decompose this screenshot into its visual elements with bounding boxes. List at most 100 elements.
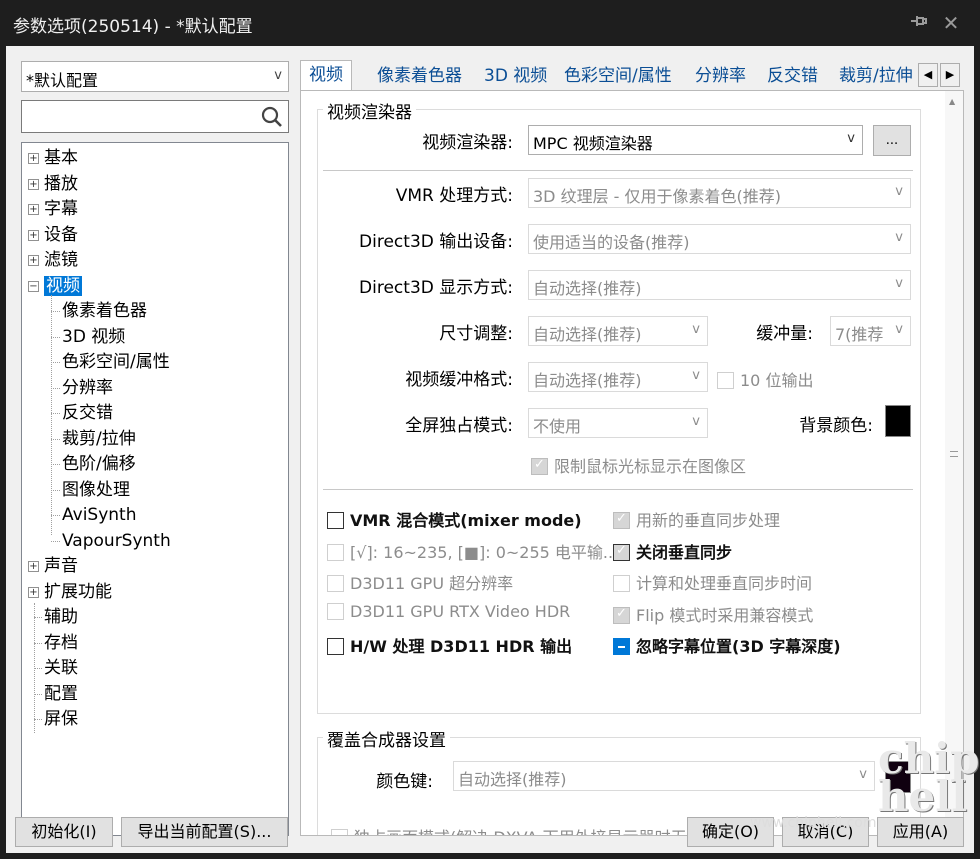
profile-select[interactable]: *默认配置 v: [21, 61, 289, 92]
tab-3d-video[interactable]: 3D 视频: [484, 62, 547, 90]
tree-item[interactable]: 设备: [44, 223, 78, 247]
checkbox-box: [613, 606, 630, 624]
tree-item[interactable]: 声音: [44, 554, 78, 578]
tree-item[interactable]: 扩展功能: [44, 580, 112, 604]
tab-scroll-right-icon[interactable]: ▶: [940, 63, 960, 87]
tree-item[interactable]: 播放: [44, 172, 78, 196]
tab-resolution[interactable]: 分辨率: [695, 62, 746, 90]
search-icon[interactable]: [260, 105, 284, 129]
option-checkbox[interactable]: 计算和处理垂直同步时间: [613, 570, 812, 594]
tree-connector: [51, 311, 60, 312]
tree-item-label: 反交错: [62, 403, 113, 423]
tree-item[interactable]: 视频: [44, 274, 82, 298]
tree-connector: [51, 464, 60, 465]
option-checkbox[interactable]: 忽略字幕位置(3D 字幕深度): [613, 633, 841, 657]
option-checkbox[interactable]: H/W 处理 D3D11 HDR 输出: [327, 633, 572, 657]
renderer-settings-button[interactable]: ...: [873, 125, 911, 156]
buffer-select[interactable]: 7(推荐 v: [830, 316, 911, 346]
option-checkbox[interactable]: Flip 模式时采用兼容模式: [613, 602, 813, 626]
expand-icon[interactable]: +: [28, 153, 39, 164]
tree-item-label: VapourSynth: [62, 531, 171, 551]
scroll-up-icon[interactable]: ▲: [949, 97, 955, 106]
checkbox-box: [327, 638, 344, 655]
ten-bit-output-checkbox[interactable]: 10 位输出: [717, 367, 813, 391]
settings-search[interactable]: [21, 100, 289, 133]
tree-item[interactable]: 像素着色器: [62, 299, 147, 323]
vmr-mode-label: VMR 处理方式:: [395, 186, 513, 206]
tree-item[interactable]: 反交错: [62, 401, 113, 425]
settings-tree[interactable]: 基本 + 播放 + 字幕 + 设备 + 滤镜 + 视频 − 像素着色器 3D 视频 色彩空间/属性 分辨率反交…: [21, 142, 289, 836]
limit-cursor-checkbox[interactable]: 限制鼠标光标显示在图像区: [531, 453, 746, 477]
watermark-logo: chip hell: [878, 734, 980, 821]
option-checkbox[interactable]: [√]: 16~235, [■]: 0~255 电平输...: [327, 539, 618, 563]
surface-format-label: 视频缓冲格式:: [405, 370, 513, 390]
export-config-button[interactable]: 导出当前配置(S)...: [121, 817, 288, 847]
tab-pixel-shader[interactable]: 像素着色器: [377, 62, 462, 90]
tree-item[interactable]: 色阶/偏移: [62, 452, 136, 476]
expand-icon[interactable]: +: [28, 204, 39, 215]
expand-icon[interactable]: +: [28, 230, 39, 241]
tree-item-label: 裁剪/拉伸: [62, 429, 136, 449]
tree-item[interactable]: 存档: [44, 631, 78, 655]
tree-item-label: AviSynth: [62, 505, 137, 525]
color-key-select[interactable]: 自动选择(推荐) v: [453, 761, 875, 791]
tree-item[interactable]: VapourSynth: [62, 529, 171, 553]
surface-format-select[interactable]: 自动选择(推荐) v: [528, 362, 708, 392]
option-checkbox[interactable]: D3D11 GPU RTX Video HDR: [327, 602, 570, 621]
tree-item[interactable]: 分辨率: [62, 376, 113, 400]
tab-crop-stretch[interactable]: 裁剪/拉伸: [839, 62, 913, 90]
d3d-display-select[interactable]: 自动选择(推荐) v: [528, 270, 911, 300]
page-scrollbar[interactable]: ▲: [945, 91, 963, 835]
d3d-device-select[interactable]: 使用适当的设备(推荐) v: [528, 224, 911, 254]
tree-item[interactable]: 配置: [44, 682, 78, 706]
tab-scroll-left-icon[interactable]: ◀: [918, 63, 938, 87]
resize-value: 自动选择(推荐): [533, 325, 642, 344]
tree-item[interactable]: 裁剪/拉伸: [62, 427, 136, 451]
option-checkbox[interactable]: D3D11 GPU 超分辨率: [327, 570, 513, 594]
tree-item[interactable]: 关联: [44, 656, 78, 680]
tree-item[interactable]: AviSynth: [62, 503, 136, 527]
checkbox-box: [327, 602, 344, 620]
checkbox-box: [613, 543, 630, 561]
renderer-select[interactable]: MPC 视频渲染器 v: [528, 125, 863, 155]
expand-icon[interactable]: +: [28, 255, 39, 266]
checkbox-box: [331, 829, 348, 835]
scroll-thumb-grip[interactable]: [950, 451, 958, 457]
option-label: 忽略字幕位置(3D 字幕深度): [636, 637, 841, 656]
collapse-icon[interactable]: −: [28, 281, 39, 292]
d3d-device-label: Direct3D 输出设备:: [359, 232, 513, 252]
tree-connector: [51, 439, 60, 440]
close-icon[interactable]: ✕: [939, 11, 963, 35]
expand-icon[interactable]: +: [28, 587, 39, 598]
option-checkbox[interactable]: 用新的垂直同步处理: [613, 507, 780, 531]
tree-item[interactable]: 基本: [44, 146, 78, 170]
expand-icon[interactable]: +: [28, 179, 39, 190]
tab-video[interactable]: 视频: [300, 60, 352, 91]
search-input[interactable]: [26, 105, 251, 129]
tab-color-space[interactable]: 色彩空间/属性: [564, 62, 672, 90]
pin-icon[interactable]: [906, 11, 930, 35]
tree-item-label: 视频: [44, 276, 82, 296]
expand-icon[interactable]: +: [28, 561, 39, 572]
vmr-mode-select[interactable]: 3D 纹理层 - 仅用于像素着色(推荐) v: [528, 178, 911, 208]
tree-connector: [51, 515, 60, 516]
chevron-down-icon: v: [847, 131, 855, 146]
tree-item[interactable]: 字幕: [44, 197, 78, 221]
resize-select[interactable]: 自动选择(推荐) v: [528, 316, 708, 346]
fullscreen-mode-select[interactable]: 不使用 v: [528, 408, 708, 438]
apply-button[interactable]: 应用(A): [877, 817, 964, 847]
option-checkbox[interactable]: 关闭垂直同步: [613, 539, 732, 563]
background-color-swatch[interactable]: [885, 405, 911, 437]
overlay-mixer-group-title: 覆盖合成器设置: [323, 726, 450, 751]
tree-item-label: 色阶/偏移: [62, 454, 136, 474]
tree-item[interactable]: 滤镜: [44, 248, 78, 272]
option-label: 计算和处理垂直同步时间: [636, 574, 813, 593]
tab-deinterlace[interactable]: 反交错: [767, 62, 818, 90]
tree-item[interactable]: 图像处理: [62, 478, 130, 502]
tree-item[interactable]: 屏保: [44, 707, 78, 731]
reset-button[interactable]: 初始化(I): [15, 817, 113, 847]
tree-item[interactable]: 3D 视频: [62, 325, 125, 349]
tree-item[interactable]: 辅助: [44, 605, 78, 629]
option-checkbox[interactable]: VMR 混合模式(mixer mode): [327, 507, 582, 531]
tree-item[interactable]: 色彩空间/属性: [62, 350, 170, 374]
